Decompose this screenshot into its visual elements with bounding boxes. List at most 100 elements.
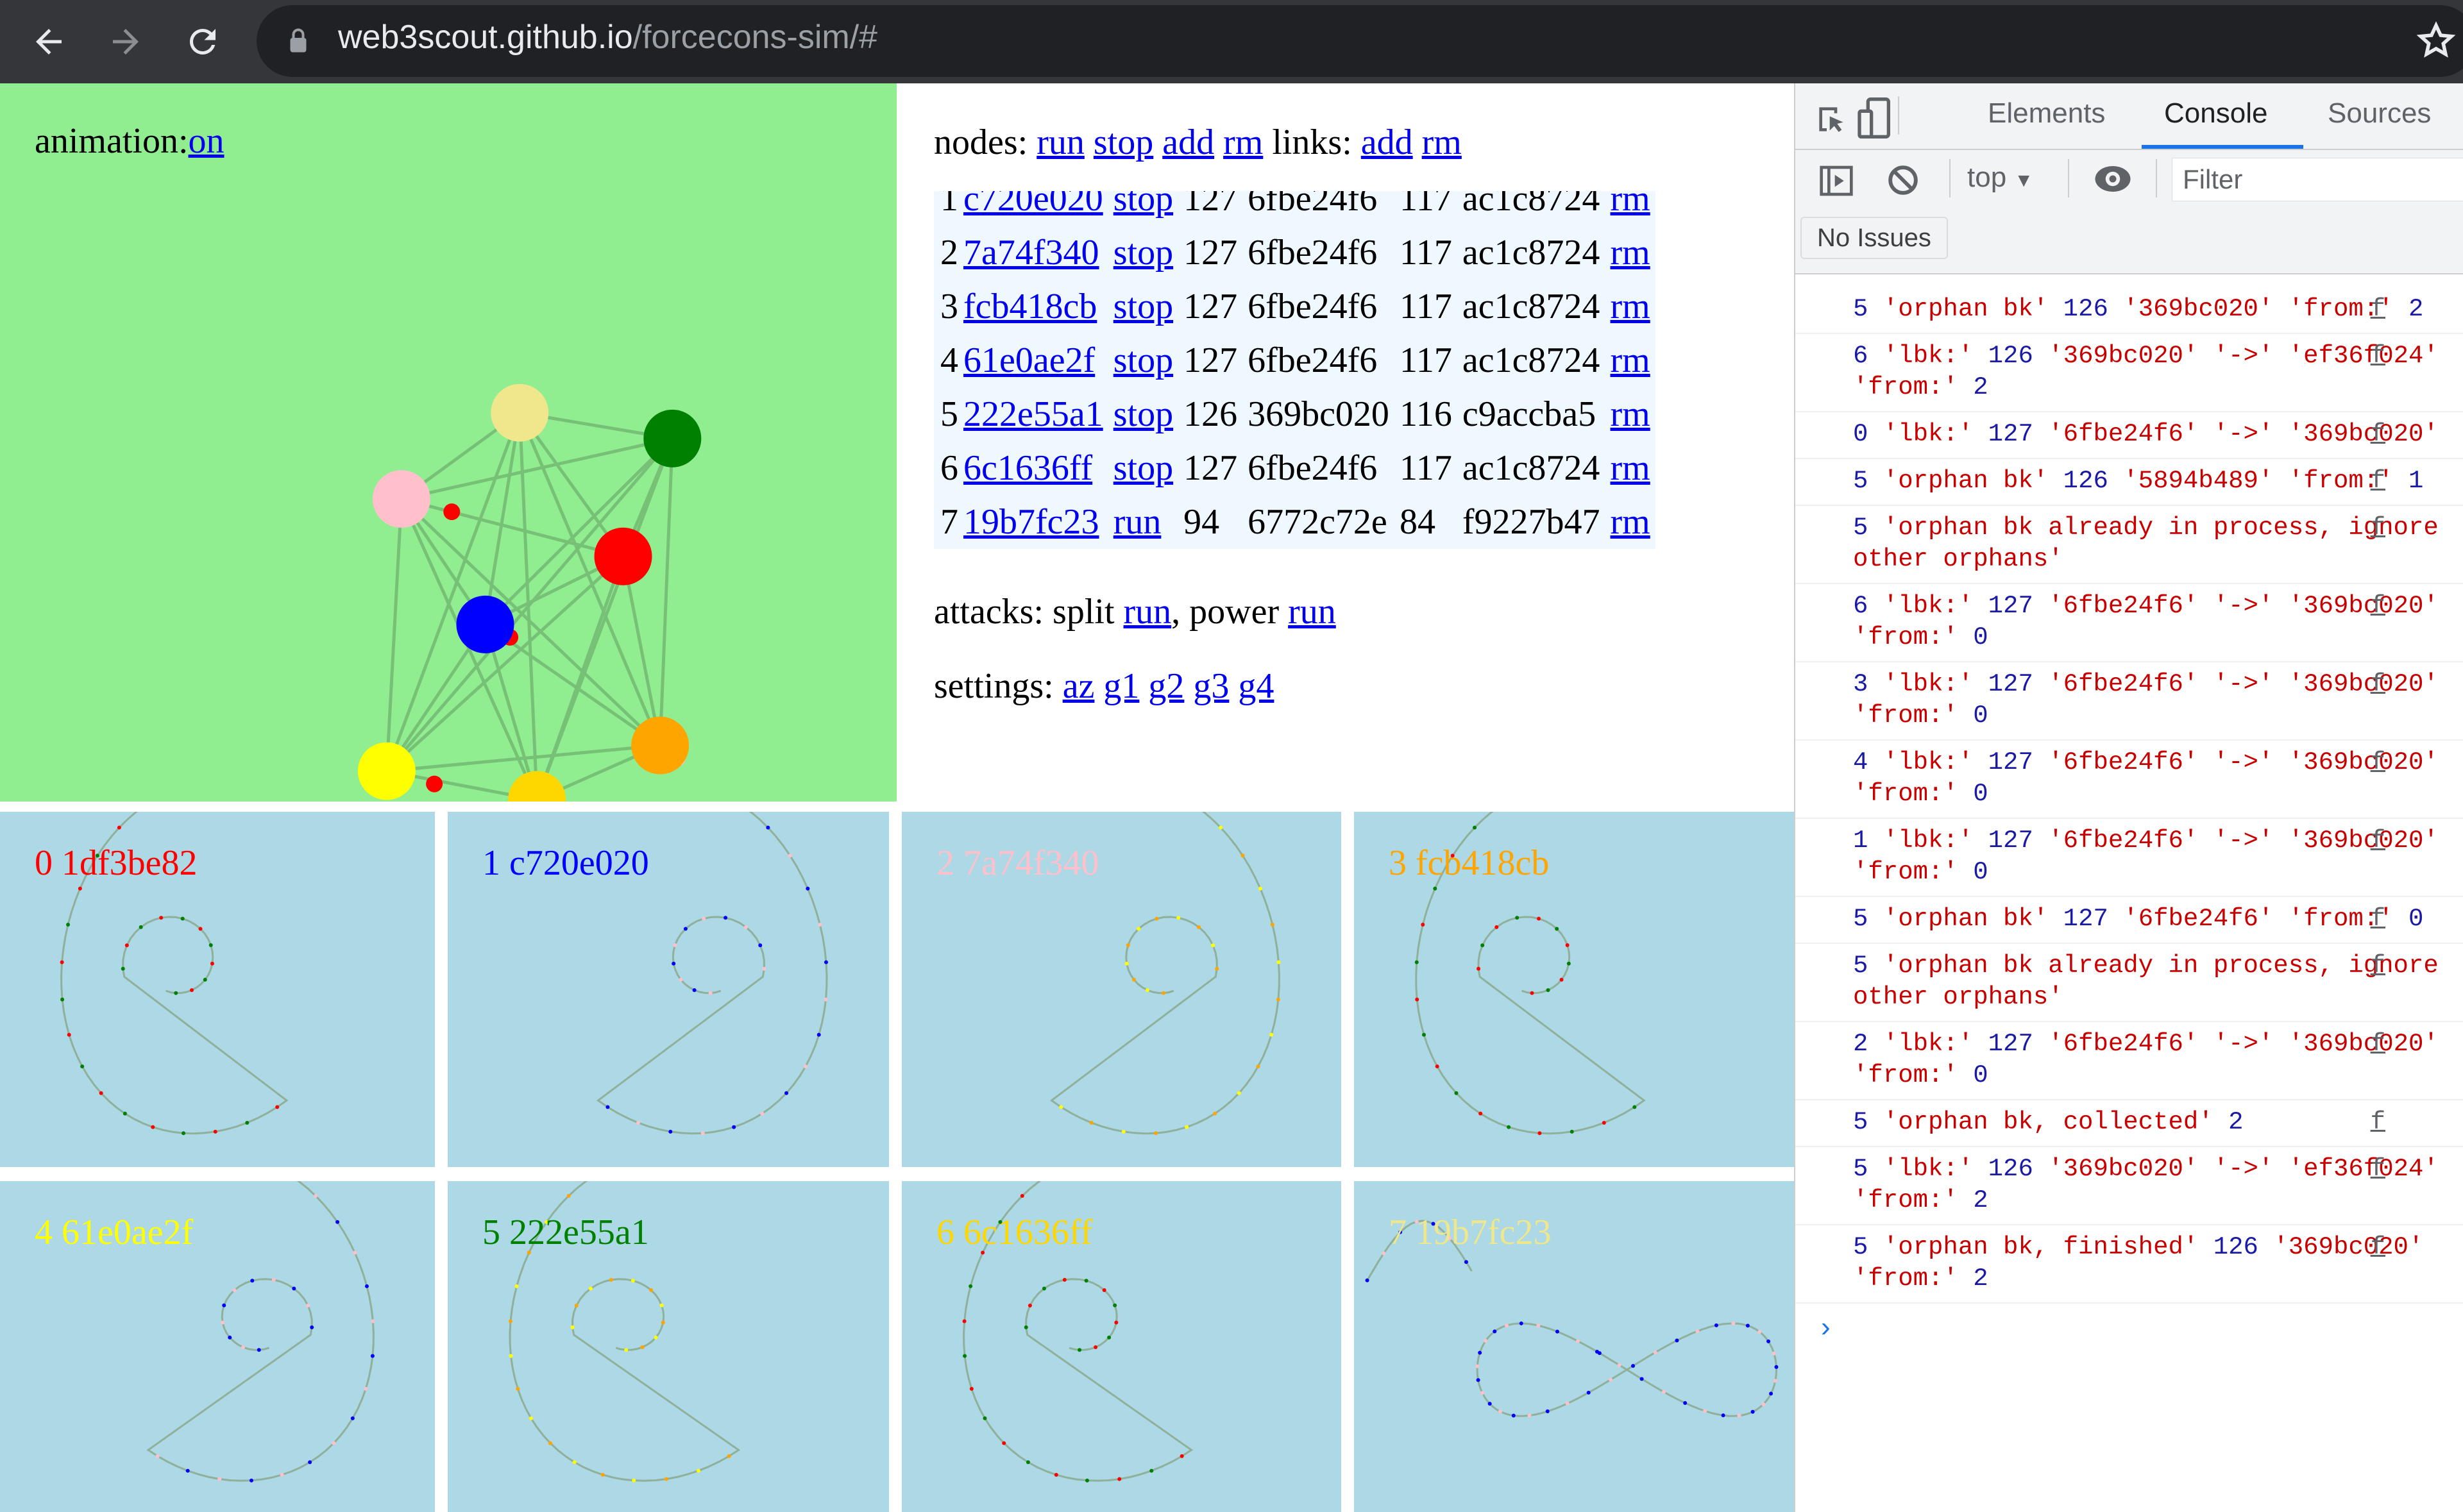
node-remove-link[interactable]: rm xyxy=(1611,191,1650,219)
block-dot xyxy=(1028,1304,1032,1308)
nodes-stop-link[interactable]: stop xyxy=(1094,122,1153,162)
reload-button[interactable] xyxy=(177,16,228,67)
node-action-link[interactable]: stop xyxy=(1113,340,1173,380)
console-source-link[interactable]: f xyxy=(2371,950,2385,982)
star-icon[interactable] xyxy=(2415,19,2457,62)
block-dot xyxy=(1042,1286,1046,1291)
console-source-link[interactable]: f xyxy=(2371,825,2385,857)
console-source-link[interactable]: f xyxy=(2371,294,2385,325)
links-add-link[interactable]: add xyxy=(1361,122,1413,162)
setting-az-link[interactable]: az xyxy=(1063,666,1095,706)
node-action-link[interactable]: run xyxy=(1113,502,1162,542)
split-attack-run-link[interactable]: run xyxy=(1124,592,1172,632)
node-action-link-cell: stop xyxy=(1108,387,1178,441)
forward-button[interactable] xyxy=(100,16,151,67)
console-prompt[interactable]: › xyxy=(1795,1304,2463,1343)
block-dot xyxy=(123,1111,127,1116)
links-rm-link[interactable]: rm xyxy=(1422,122,1462,162)
node-remove-link[interactable]: rm xyxy=(1611,448,1650,488)
graph-node[interactable] xyxy=(508,771,566,802)
console-string-token: '369bc020' xyxy=(2288,1030,2439,1058)
console-source-link[interactable]: f xyxy=(2371,591,2385,622)
node-action-link[interactable]: stop xyxy=(1113,191,1173,219)
node-remove-link[interactable]: rm xyxy=(1611,287,1650,326)
nodes-run-link[interactable]: run xyxy=(1037,122,1085,162)
block-dot xyxy=(124,943,129,948)
graph-node[interactable] xyxy=(594,527,652,585)
node-id-link[interactable]: c720e020 xyxy=(963,191,1103,219)
power-attack-run-link[interactable]: run xyxy=(1288,592,1336,632)
console-source-link[interactable]: f xyxy=(2371,1232,2385,1263)
node-remove-link[interactable]: rm xyxy=(1611,394,1650,434)
device-toolbar-icon[interactable] xyxy=(1857,97,1893,139)
show-sidebar-icon[interactable] xyxy=(1818,163,1854,199)
console-source-link[interactable]: f xyxy=(2371,1107,2385,1138)
setting-g2-link[interactable]: g2 xyxy=(1148,666,1184,706)
console-filter-input[interactable] xyxy=(2172,158,2463,201)
node-action-link[interactable]: stop xyxy=(1113,394,1173,434)
graph-node[interactable] xyxy=(372,470,430,528)
tab-sources[interactable]: Sources xyxy=(2328,97,2431,130)
console-source-link[interactable]: f xyxy=(2371,419,2385,450)
url-text[interactable]: web3scout.github.io/forcecons-sim/# xyxy=(338,18,877,56)
node-id-link[interactable]: 7a74f340 xyxy=(963,233,1099,273)
console-source-link[interactable]: f xyxy=(2371,466,2385,497)
console-message-text: 6 'lbk:' 127 '6fbe24f6' '->' '369bc020' … xyxy=(1853,591,2443,653)
console-source-link[interactable]: f xyxy=(2371,512,2385,544)
node-id-link[interactable]: 61e0ae2f xyxy=(963,340,1095,380)
block-dot xyxy=(78,886,82,891)
block-dot xyxy=(702,916,706,921)
graph-node[interactable] xyxy=(631,716,690,775)
graph-node[interactable] xyxy=(491,383,549,442)
animation-toggle-link[interactable]: on xyxy=(189,121,224,161)
block-dot xyxy=(1176,916,1181,920)
node-final-height: 84 xyxy=(1399,502,1435,542)
graph-node[interactable] xyxy=(643,409,702,467)
node-id-link[interactable]: 6c1636ff xyxy=(963,448,1092,488)
back-button[interactable] xyxy=(23,16,74,67)
nodes-rm-link[interactable]: rm xyxy=(1223,122,1263,162)
console-source-link[interactable]: f xyxy=(2371,669,2385,700)
node-id-link[interactable]: fcb418cb xyxy=(963,287,1097,326)
setting-g4-link[interactable]: g4 xyxy=(1238,666,1274,706)
node-index-cell: 1 xyxy=(934,191,958,226)
dropdown-arrow-icon: ▼ xyxy=(2014,170,2034,191)
block-dot xyxy=(509,1354,513,1358)
animation-label: animation: xyxy=(35,121,189,161)
node-remove-link[interactable]: rm xyxy=(1611,340,1650,380)
setting-g3-link[interactable]: g3 xyxy=(1193,666,1229,706)
graph-node[interactable] xyxy=(456,595,514,653)
console-source-link[interactable]: f xyxy=(2371,903,2385,935)
lock-icon[interactable] xyxy=(289,28,308,54)
console-source-link[interactable]: f xyxy=(2371,340,2385,372)
node-height: 127 xyxy=(1183,448,1238,488)
node-id-link[interactable]: 222e55a1 xyxy=(963,394,1103,434)
node-remove-link[interactable]: rm xyxy=(1611,502,1650,542)
graph-node[interactable] xyxy=(357,742,416,800)
context-selector[interactable]: top ▼ xyxy=(1967,162,2033,194)
issues-button[interactable]: No Issues xyxy=(1800,217,1948,259)
console-source-link[interactable]: f xyxy=(2371,1154,2385,1185)
node-row: 7 19b7fc23 run 94 6772c72e 84 f9227b47 rm xyxy=(934,495,1655,549)
node-id-link[interactable]: 19b7fc23 xyxy=(963,502,1099,542)
console-source-link[interactable]: f xyxy=(2371,747,2385,778)
node-action-link[interactable]: stop xyxy=(1113,448,1173,488)
block-dot xyxy=(1576,1339,1580,1343)
node-action-link[interactable]: stop xyxy=(1113,287,1173,326)
block-dot xyxy=(1537,1131,1542,1136)
separator xyxy=(2156,159,2157,197)
tab-elements[interactable]: Elements xyxy=(1988,97,2105,130)
setting-g1-link[interactable]: g1 xyxy=(1103,666,1139,706)
live-expression-eye-icon[interactable] xyxy=(2094,163,2132,195)
node-table-scroll[interactable]: 1 c720e020 stop 127 6fbe24f6 117 ac1c8724 rm 2 7a… xyxy=(934,191,1702,555)
inspect-element-icon[interactable] xyxy=(1813,101,1849,137)
nodes-add-link[interactable]: add xyxy=(1162,122,1214,162)
node-block-hash-cell: 6fbe24f6 xyxy=(1242,191,1394,226)
clear-console-icon[interactable] xyxy=(1885,162,1921,199)
node-remove-link[interactable]: rm xyxy=(1611,233,1650,273)
node-action-link[interactable]: stop xyxy=(1113,233,1173,273)
block-dot xyxy=(817,1032,821,1037)
tab-console[interactable]: Console xyxy=(2164,97,2267,130)
block-dot xyxy=(1617,1363,1621,1367)
console-source-link[interactable]: f xyxy=(2371,1029,2385,1060)
